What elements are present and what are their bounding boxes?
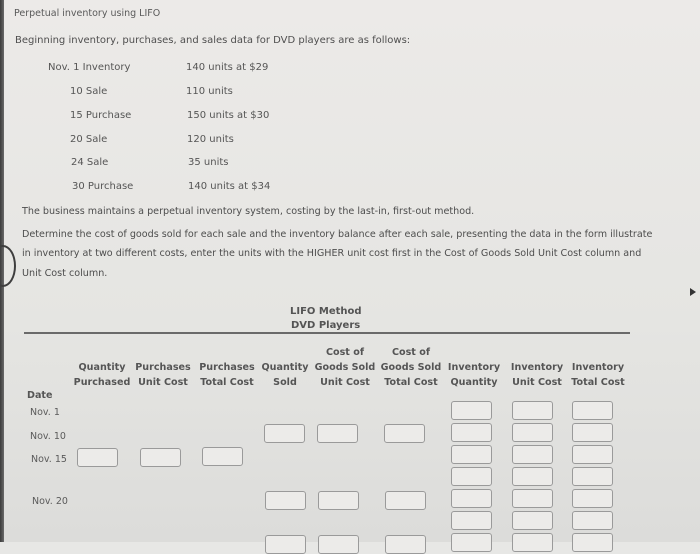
inventory-quantity-input[interactable] (451, 401, 492, 420)
nov15-purchases-total-cost-input[interactable] (202, 447, 243, 466)
inventory-unit-cost-input[interactable] (512, 401, 553, 420)
event-detail: 140 units at $34 (188, 181, 271, 192)
event-date: 15 Purchase (70, 110, 132, 121)
nov20-cogs-unit-cost-input[interactable] (318, 491, 359, 510)
inventory-total-cost-input[interactable] (572, 489, 613, 508)
instructions-line: in inventory at two different costs, ent… (22, 248, 642, 259)
nov15-qty-purchased-input[interactable] (77, 448, 118, 467)
instructions-line: Unit Cost column. (22, 268, 108, 279)
nov20-cogs-total-cost-input[interactable] (385, 491, 426, 510)
inventory-total-cost-input[interactable] (572, 511, 613, 530)
col-header-purchases-total-cost: Purchases Total Cost (199, 362, 255, 388)
nov20-cogs-total-cost-input-2[interactable] (385, 535, 426, 554)
inventory-unit-cost-input[interactable] (512, 445, 553, 464)
problem-title: Perpetual inventory using LIFO (14, 8, 161, 19)
nov10-cogs-total-cost-input[interactable] (384, 424, 425, 443)
inventory-quantity-input[interactable] (451, 445, 492, 464)
inventory-total-cost-input[interactable] (572, 401, 613, 420)
row-date-nov-10: Nov. 10 (30, 431, 66, 442)
event-detail: 120 units (187, 134, 234, 145)
inventory-quantity-input[interactable] (451, 423, 492, 442)
inventory-total-cost-input[interactable] (572, 533, 613, 552)
inventory-unit-cost-input[interactable] (512, 423, 553, 442)
nov20-cogs-unit-cost-input-2[interactable] (318, 535, 359, 554)
col-header-qty-purchased: Quantity Purchased (73, 362, 131, 388)
table-subtitle: DVD Players (291, 320, 361, 331)
table-title: LIFO Method (290, 306, 362, 317)
inventory-total-cost-input[interactable] (572, 467, 613, 486)
col-header-inventory-total-cost: Inventory Total Cost (571, 362, 625, 388)
col-header-qty-sold: Quantity Sold (261, 362, 309, 388)
table-header-rule (24, 332, 630, 334)
col-header-purchases-unit-cost: Purchases Unit Cost (135, 362, 191, 388)
event-detail: 150 units at $30 (187, 110, 270, 121)
inventory-unit-cost-input[interactable] (512, 489, 553, 508)
inventory-unit-cost-input[interactable] (512, 467, 553, 486)
col-header-cogs-unit-cost: Cost of Goods Sold Unit Cost (314, 347, 376, 388)
inventory-quantity-input[interactable] (451, 489, 492, 508)
event-date: 24 Sale (71, 157, 109, 168)
col-header-cogs-total-cost: Cost of Goods Sold Total Cost (380, 347, 442, 388)
row-date-nov-1: Nov. 1 (30, 407, 60, 418)
nov10-qty-sold-input[interactable] (264, 424, 305, 443)
nov20-qty-sold-input-2[interactable] (265, 535, 306, 554)
mouse-cursor-icon (690, 288, 696, 296)
instructions-line: Determine the cost of goods sold for eac… (22, 229, 653, 240)
event-date: Nov. 1 Inventory (48, 62, 131, 73)
inventory-unit-cost-input[interactable] (512, 511, 553, 530)
inventory-total-cost-input[interactable] (572, 445, 613, 464)
col-header-date: Date (27, 390, 53, 401)
event-date: 30 Purchase (72, 181, 134, 192)
inventory-quantity-input[interactable] (451, 533, 492, 552)
event-date: 20 Sale (70, 134, 108, 145)
inventory-unit-cost-input[interactable] (512, 533, 553, 552)
inventory-total-cost-input[interactable] (572, 423, 613, 442)
row-date-nov-15: Nov. 15 (31, 454, 67, 465)
col-header-inventory-quantity: Inventory Quantity (447, 362, 501, 388)
event-detail: 110 units (186, 86, 233, 97)
event-date: 10 Sale (70, 86, 108, 97)
col-header-inventory-unit-cost: Inventory Unit Cost (510, 362, 564, 388)
inventory-quantity-input[interactable] (451, 467, 492, 486)
event-detail: 140 units at $29 (186, 62, 269, 73)
nov15-purchases-unit-cost-input[interactable] (140, 448, 181, 467)
row-date-nov-20: Nov. 20 (32, 496, 68, 507)
intro-text: Beginning inventory, purchases, and sale… (15, 35, 411, 46)
inventory-quantity-input[interactable] (451, 511, 492, 530)
nov10-cogs-unit-cost-input[interactable] (317, 424, 358, 443)
method-paragraph: The business maintains a perpetual inven… (22, 206, 475, 217)
event-detail: 35 units (188, 157, 229, 168)
nov20-qty-sold-input[interactable] (265, 491, 306, 510)
